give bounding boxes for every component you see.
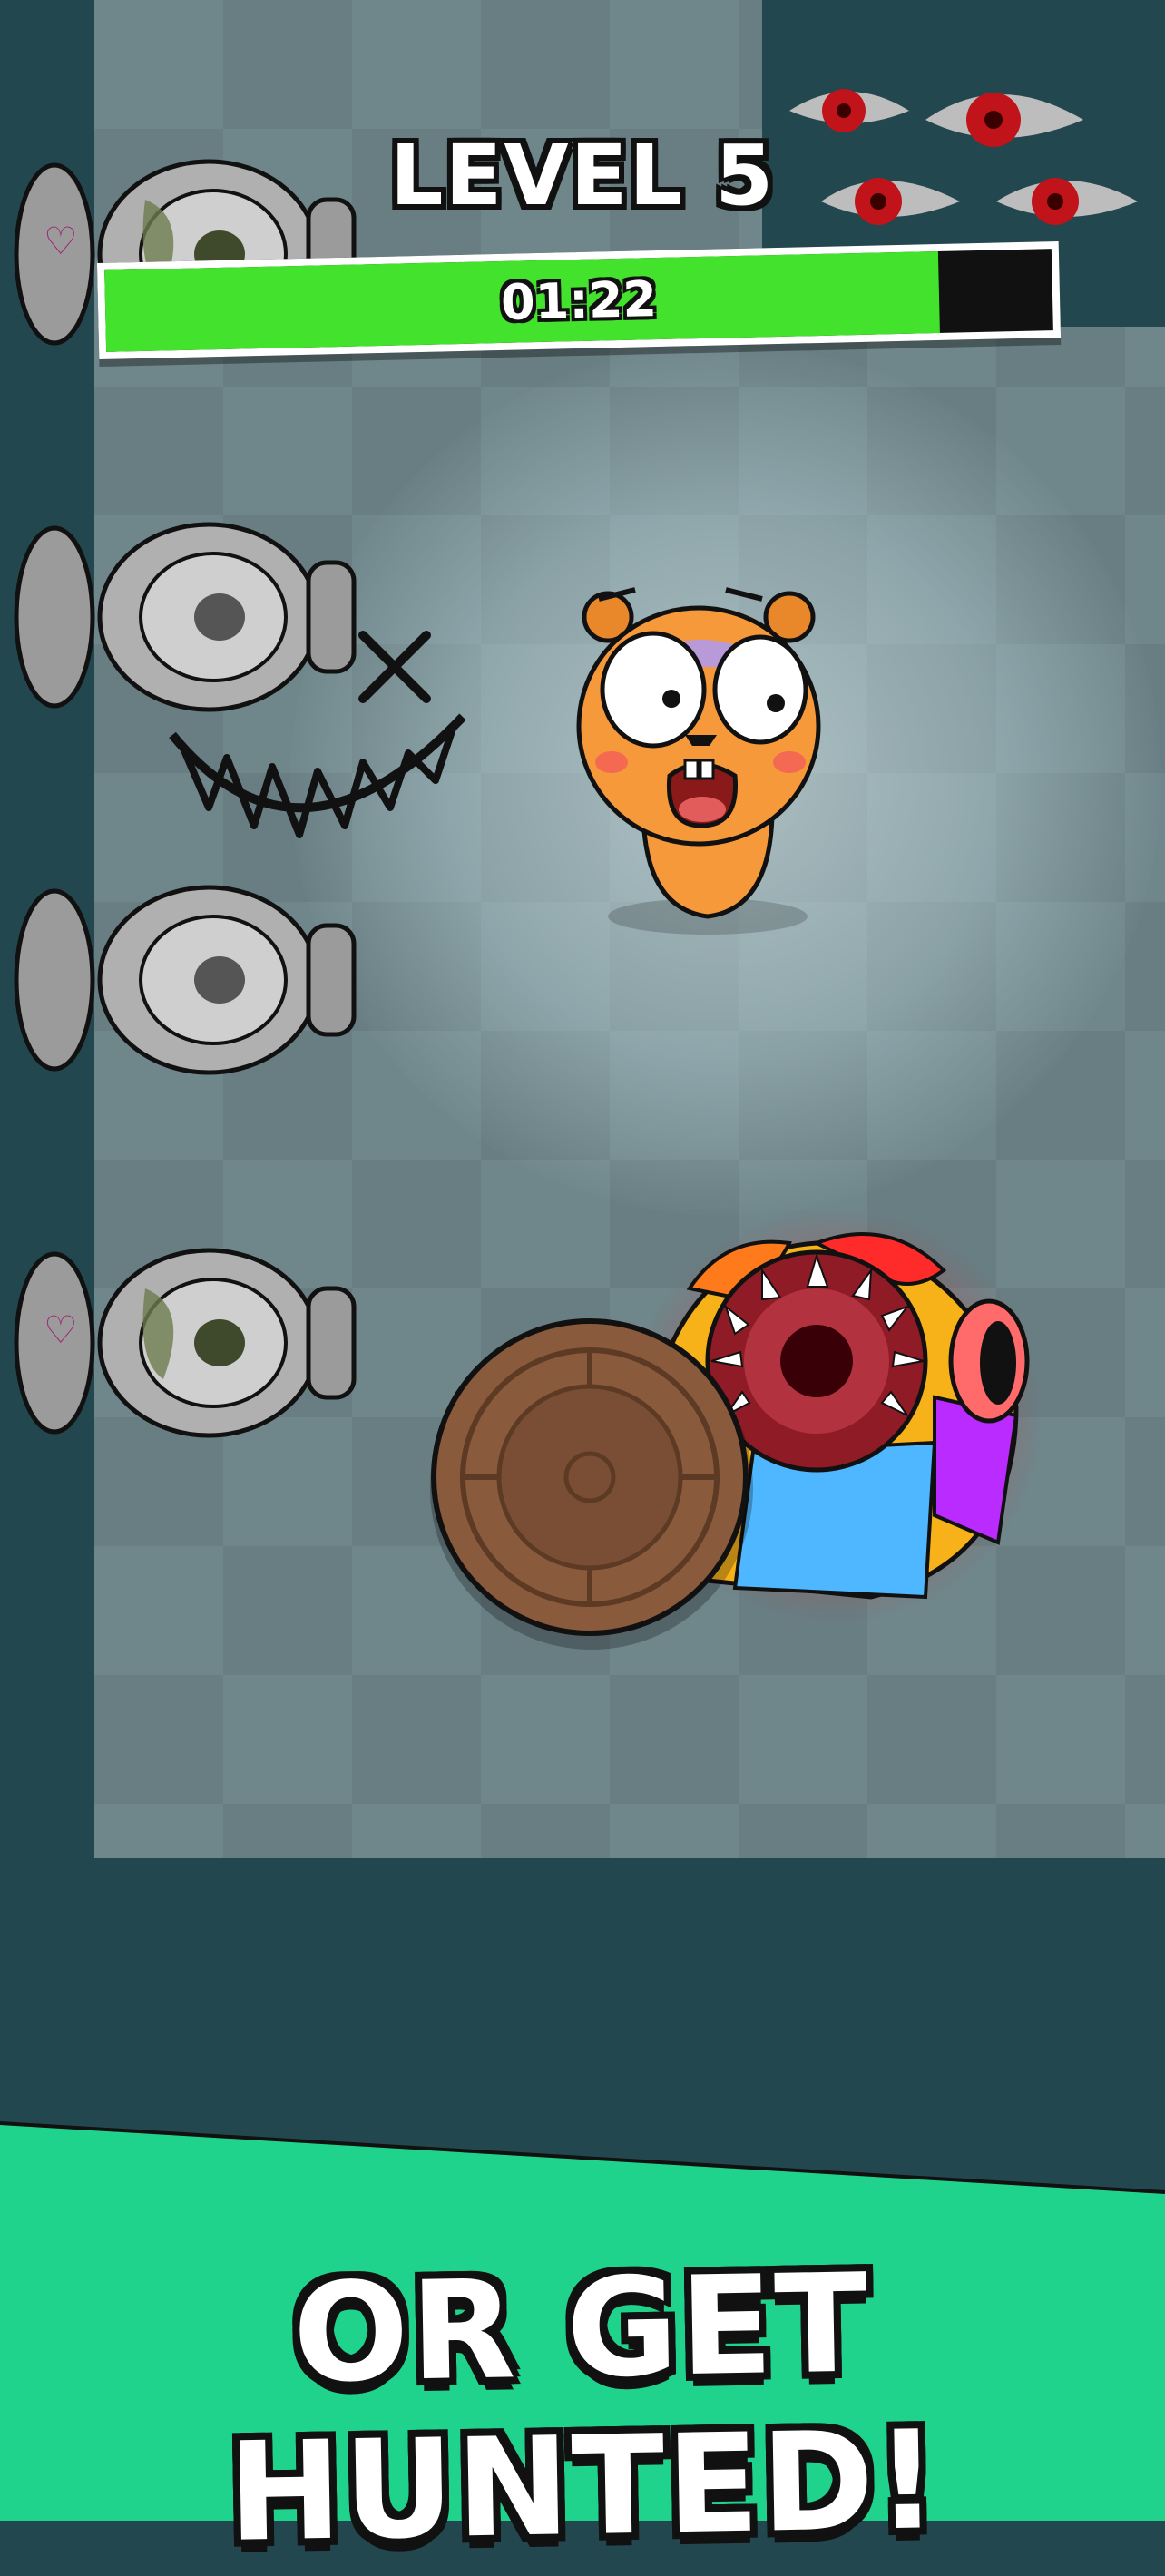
level-title: LEVEL 5 — [389, 127, 776, 224]
game-screen: ♡ ♡ LEVEL 5 01:22 OR GET HUNTED! — [0, 0, 1165, 2572]
svg-text:♡: ♡ — [44, 219, 78, 263]
toilet-hiding-spot[interactable] — [9, 871, 390, 1089]
caption-text: OR GET HUNTED! — [226, 2245, 942, 2572]
scribbled-grin-decal — [169, 631, 466, 838]
toilet-hiding-spot[interactable]: ♡ — [9, 1234, 390, 1452]
svg-text:♡: ♡ — [44, 1308, 78, 1352]
player-hamster[interactable] — [572, 581, 844, 935]
caption-banner-edge — [0, 2121, 1165, 2194]
eye-icon — [789, 89, 909, 132]
timer-text: 01:22 — [500, 269, 658, 331]
manhole-cover[interactable] — [428, 1316, 755, 1650]
